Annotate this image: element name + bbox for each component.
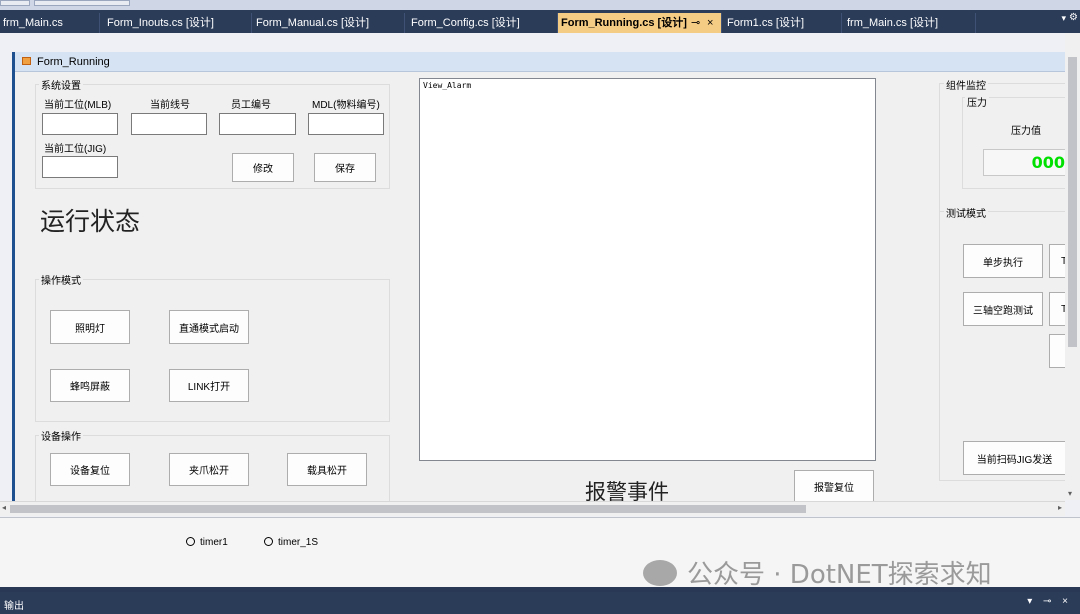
form-title: Form_Running (37, 56, 110, 68)
tab-frm-main-design[interactable]: frm_Main.cs [设计] (844, 13, 976, 33)
scroll-right-icon[interactable]: ▸ (1058, 503, 1062, 512)
timer-icon (186, 537, 195, 546)
three-axis-dry-run-button[interactable]: 三轴空跑测试 (963, 292, 1043, 326)
pressure-group-title: 压力 (965, 94, 989, 109)
scroll-left-icon[interactable]: ◂ (2, 503, 6, 512)
toolbar-button[interactable] (34, 0, 130, 6)
output-panel-controls[interactable]: ▾ ⊸ × (1027, 596, 1072, 607)
component-monitor-title: 组件监控 (944, 77, 988, 92)
device-operation-title: 设备操作 (39, 428, 83, 443)
wechat-icon (643, 560, 677, 586)
modify-button[interactable]: 修改 (232, 153, 294, 182)
form-client-area: 系统设置 当前工位(MLB) 当前线号 员工编号 MDL(物料编号) 当前工位(… (15, 72, 1065, 501)
tab-form-manual-design[interactable]: Form_Manual.cs [设计] (253, 13, 405, 33)
document-tab-bar: frm_Main.cs Form_Inouts.cs [设计] Form_Man… (0, 10, 1080, 33)
tab-form1-design[interactable]: Form1.cs [设计] (724, 13, 842, 33)
test-extra-button[interactable] (1049, 334, 1065, 368)
link-open-button[interactable]: LINK打开 (169, 369, 249, 402)
alarm-events-title: 报警事件 (585, 480, 669, 501)
toolbar-button[interactable] (0, 0, 30, 6)
output-panel-title: 输出 (4, 601, 24, 612)
component-tray: timer1 timer_1S 公众号 · DotNET探索求知 (0, 517, 1080, 590)
alarm-list-name: View_Alarm (423, 81, 472, 90)
carrier-release-button[interactable]: 载具松开 (287, 453, 367, 486)
timer-icon (264, 537, 273, 546)
pin-icon[interactable]: ⊸ (691, 13, 700, 33)
gripper-release-button[interactable]: 夹爪松开 (169, 453, 249, 486)
top-toolbar-strip (0, 0, 1080, 10)
close-icon[interactable]: × (707, 13, 713, 33)
lighting-button[interactable]: 照明灯 (50, 310, 130, 344)
current-station-jig-input[interactable] (42, 156, 118, 178)
system-settings-title: 系统设置 (39, 77, 83, 92)
pressure-value-display: 000 (983, 149, 1065, 176)
output-panel-header: 输出 ▾ ⊸ × (0, 592, 1080, 614)
device-reset-button[interactable]: 设备复位 (50, 453, 130, 486)
scroll-down-icon[interactable]: ▾ (1068, 489, 1072, 498)
form-title-bar: Form_Running (15, 52, 1065, 72)
alarm-reset-button[interactable]: 报警复位 (794, 470, 874, 501)
direct-mode-start-button[interactable]: 直通模式启动 (169, 310, 249, 344)
test-mode-title: 测试模式 (944, 205, 988, 220)
watermark: 公众号 · DotNET探索求知 (643, 554, 992, 591)
vertical-scrollbar[interactable]: ▾ (1065, 33, 1080, 500)
gear-icon[interactable]: ⚙ (1069, 12, 1078, 23)
mdl-input[interactable] (308, 113, 384, 135)
test-t-button-2[interactable]: T (1049, 292, 1065, 326)
tab-form-running-design[interactable]: Form_Running.cs [设计] ⊸ × (558, 13, 722, 33)
buzzer-mute-button[interactable]: 蜂鸣屏蔽 (50, 369, 130, 402)
current-line-input[interactable] (131, 113, 207, 135)
current-station-mlb-input[interactable] (42, 113, 118, 135)
vertical-scroll-thumb[interactable] (1068, 57, 1077, 347)
operation-mode-title: 操作模式 (39, 272, 83, 287)
employee-id-label: 员工编号 (231, 100, 271, 111)
pressure-value-label: 压力值 (1011, 126, 1041, 137)
single-step-button[interactable]: 单步执行 (963, 244, 1043, 278)
tray-item-timer-1s[interactable]: timer_1S (264, 537, 318, 548)
horizontal-scrollbar[interactable]: ◂ ▸ (0, 501, 1065, 516)
horizontal-scroll-thumb[interactable] (10, 505, 806, 513)
tab-form-config-design[interactable]: Form_Config.cs [设计] (408, 13, 558, 33)
current-station-jig-label: 当前工位(JIG) (44, 144, 107, 155)
employee-id-input[interactable] (219, 113, 296, 135)
jig-scan-send-button[interactable]: 当前扫码JIG发送 (963, 441, 1065, 475)
tab-frm-main-cs[interactable]: frm_Main.cs (0, 13, 100, 33)
mdl-label: MDL(物料编号) (312, 100, 380, 111)
current-station-mlb-label: 当前工位(MLB) (44, 100, 112, 111)
tab-form-inouts-design[interactable]: Form_Inouts.cs [设计] (104, 13, 252, 33)
form-icon (22, 57, 31, 65)
run-state-label: 运行状态 (40, 207, 141, 236)
tray-item-timer1[interactable]: timer1 (186, 537, 228, 548)
test-t-button-1[interactable]: T (1049, 244, 1065, 278)
save-button[interactable]: 保存 (314, 153, 376, 182)
current-line-label: 当前线号 (150, 100, 190, 111)
alarm-list-view[interactable]: View_Alarm (419, 78, 876, 461)
tab-overflow-icon[interactable]: ▾ (1061, 13, 1066, 24)
